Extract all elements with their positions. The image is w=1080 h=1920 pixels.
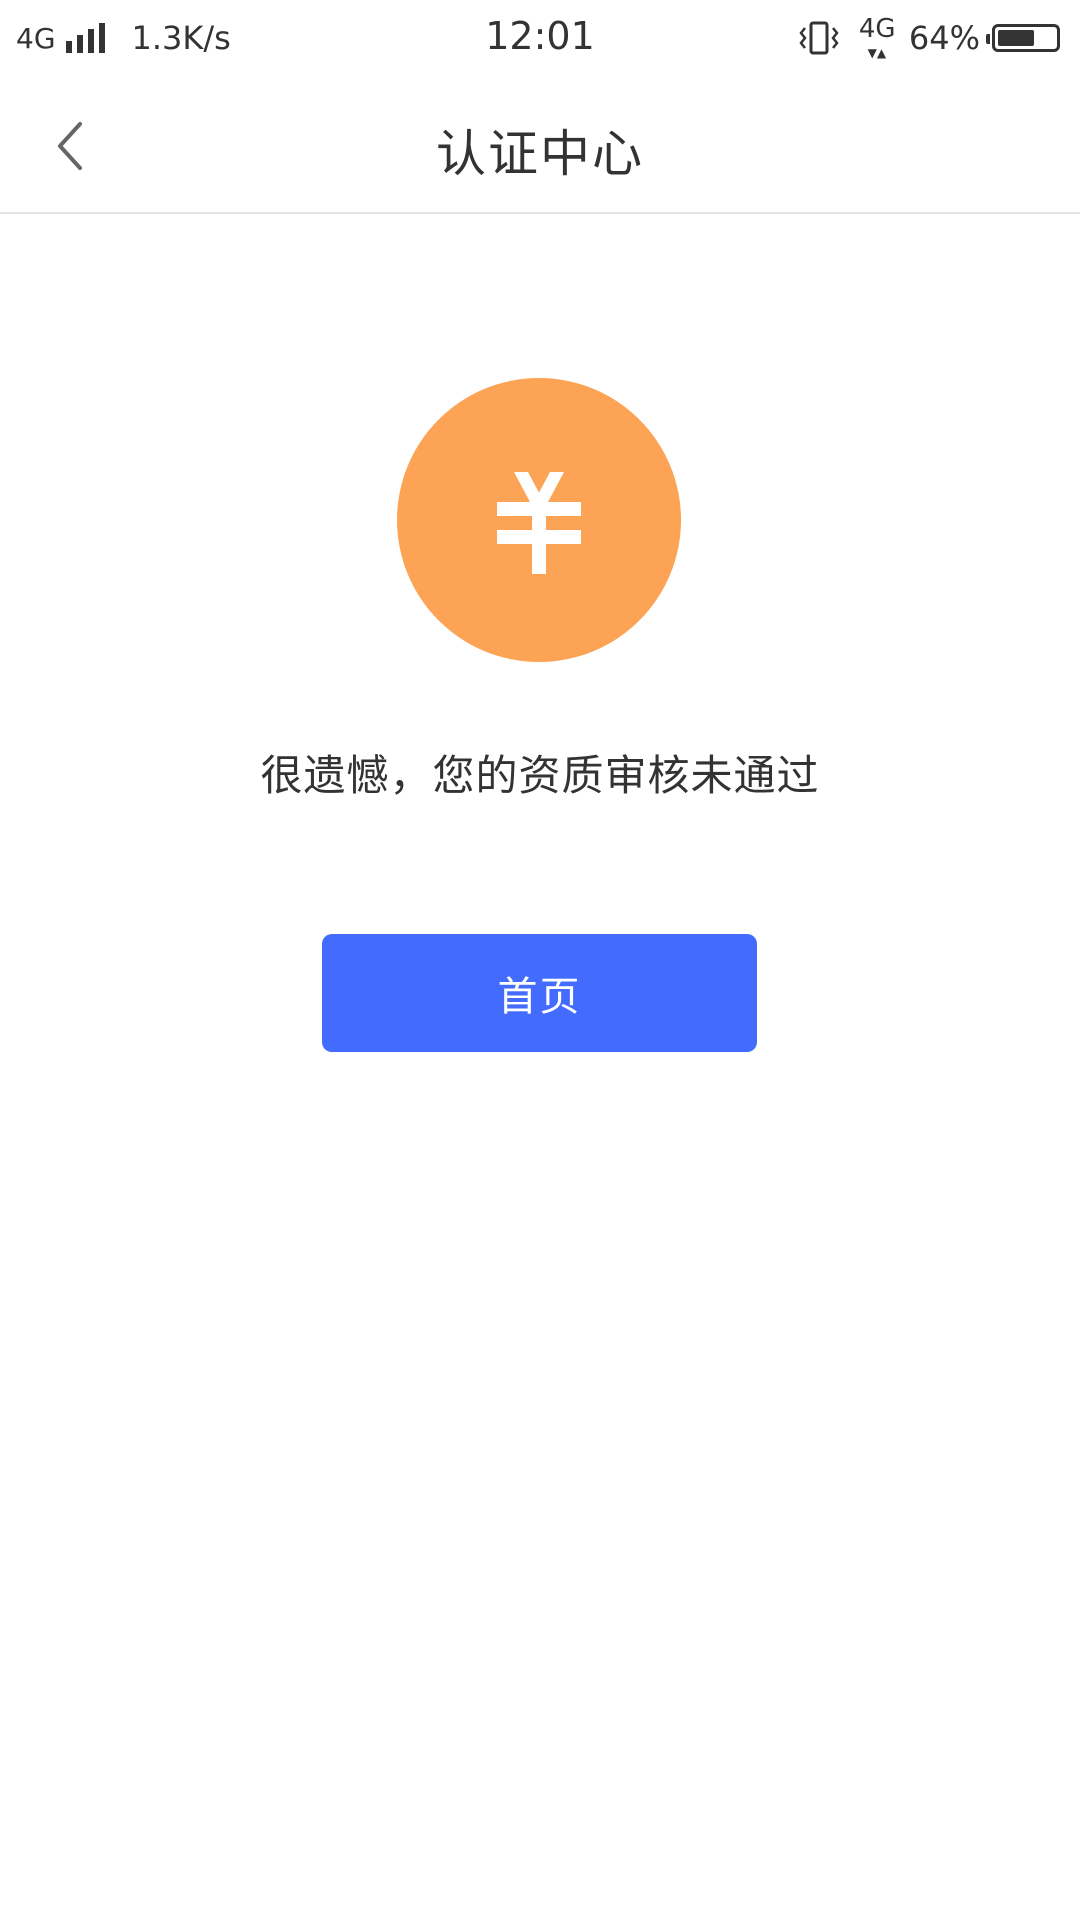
- yuan-symbol-icon: [497, 472, 581, 574]
- battery-icon: [986, 24, 1060, 52]
- battery-fill: [998, 30, 1034, 46]
- mobile-data-label: 4G: [858, 14, 896, 44]
- mobile-data-icon: 4G ▼▲: [858, 14, 896, 60]
- vibrate-icon: [799, 21, 839, 55]
- nav-bar: 认证中心: [0, 76, 1080, 214]
- page-title: 认证中心: [436, 125, 644, 183]
- status-bar: 4G 1.3K/s 12:01 4G ▼▲ 64%: [0, 0, 1080, 76]
- data-arrows-icon: ▼▲: [867, 46, 887, 60]
- certification-screen: 4G 1.3K/s 12:01 4G ▼▲ 64% 认证中心 很遗憾，您的资质审…: [0, 0, 1080, 1920]
- status-bar-right: 4G ▼▲ 64%: [799, 16, 1060, 60]
- yuan-coin-icon: [397, 378, 681, 662]
- home-button[interactable]: 首页: [322, 934, 757, 1052]
- battery-percent: 64%: [908, 19, 980, 57]
- result-message: 很遗憾，您的资质审核未通过: [260, 751, 820, 800]
